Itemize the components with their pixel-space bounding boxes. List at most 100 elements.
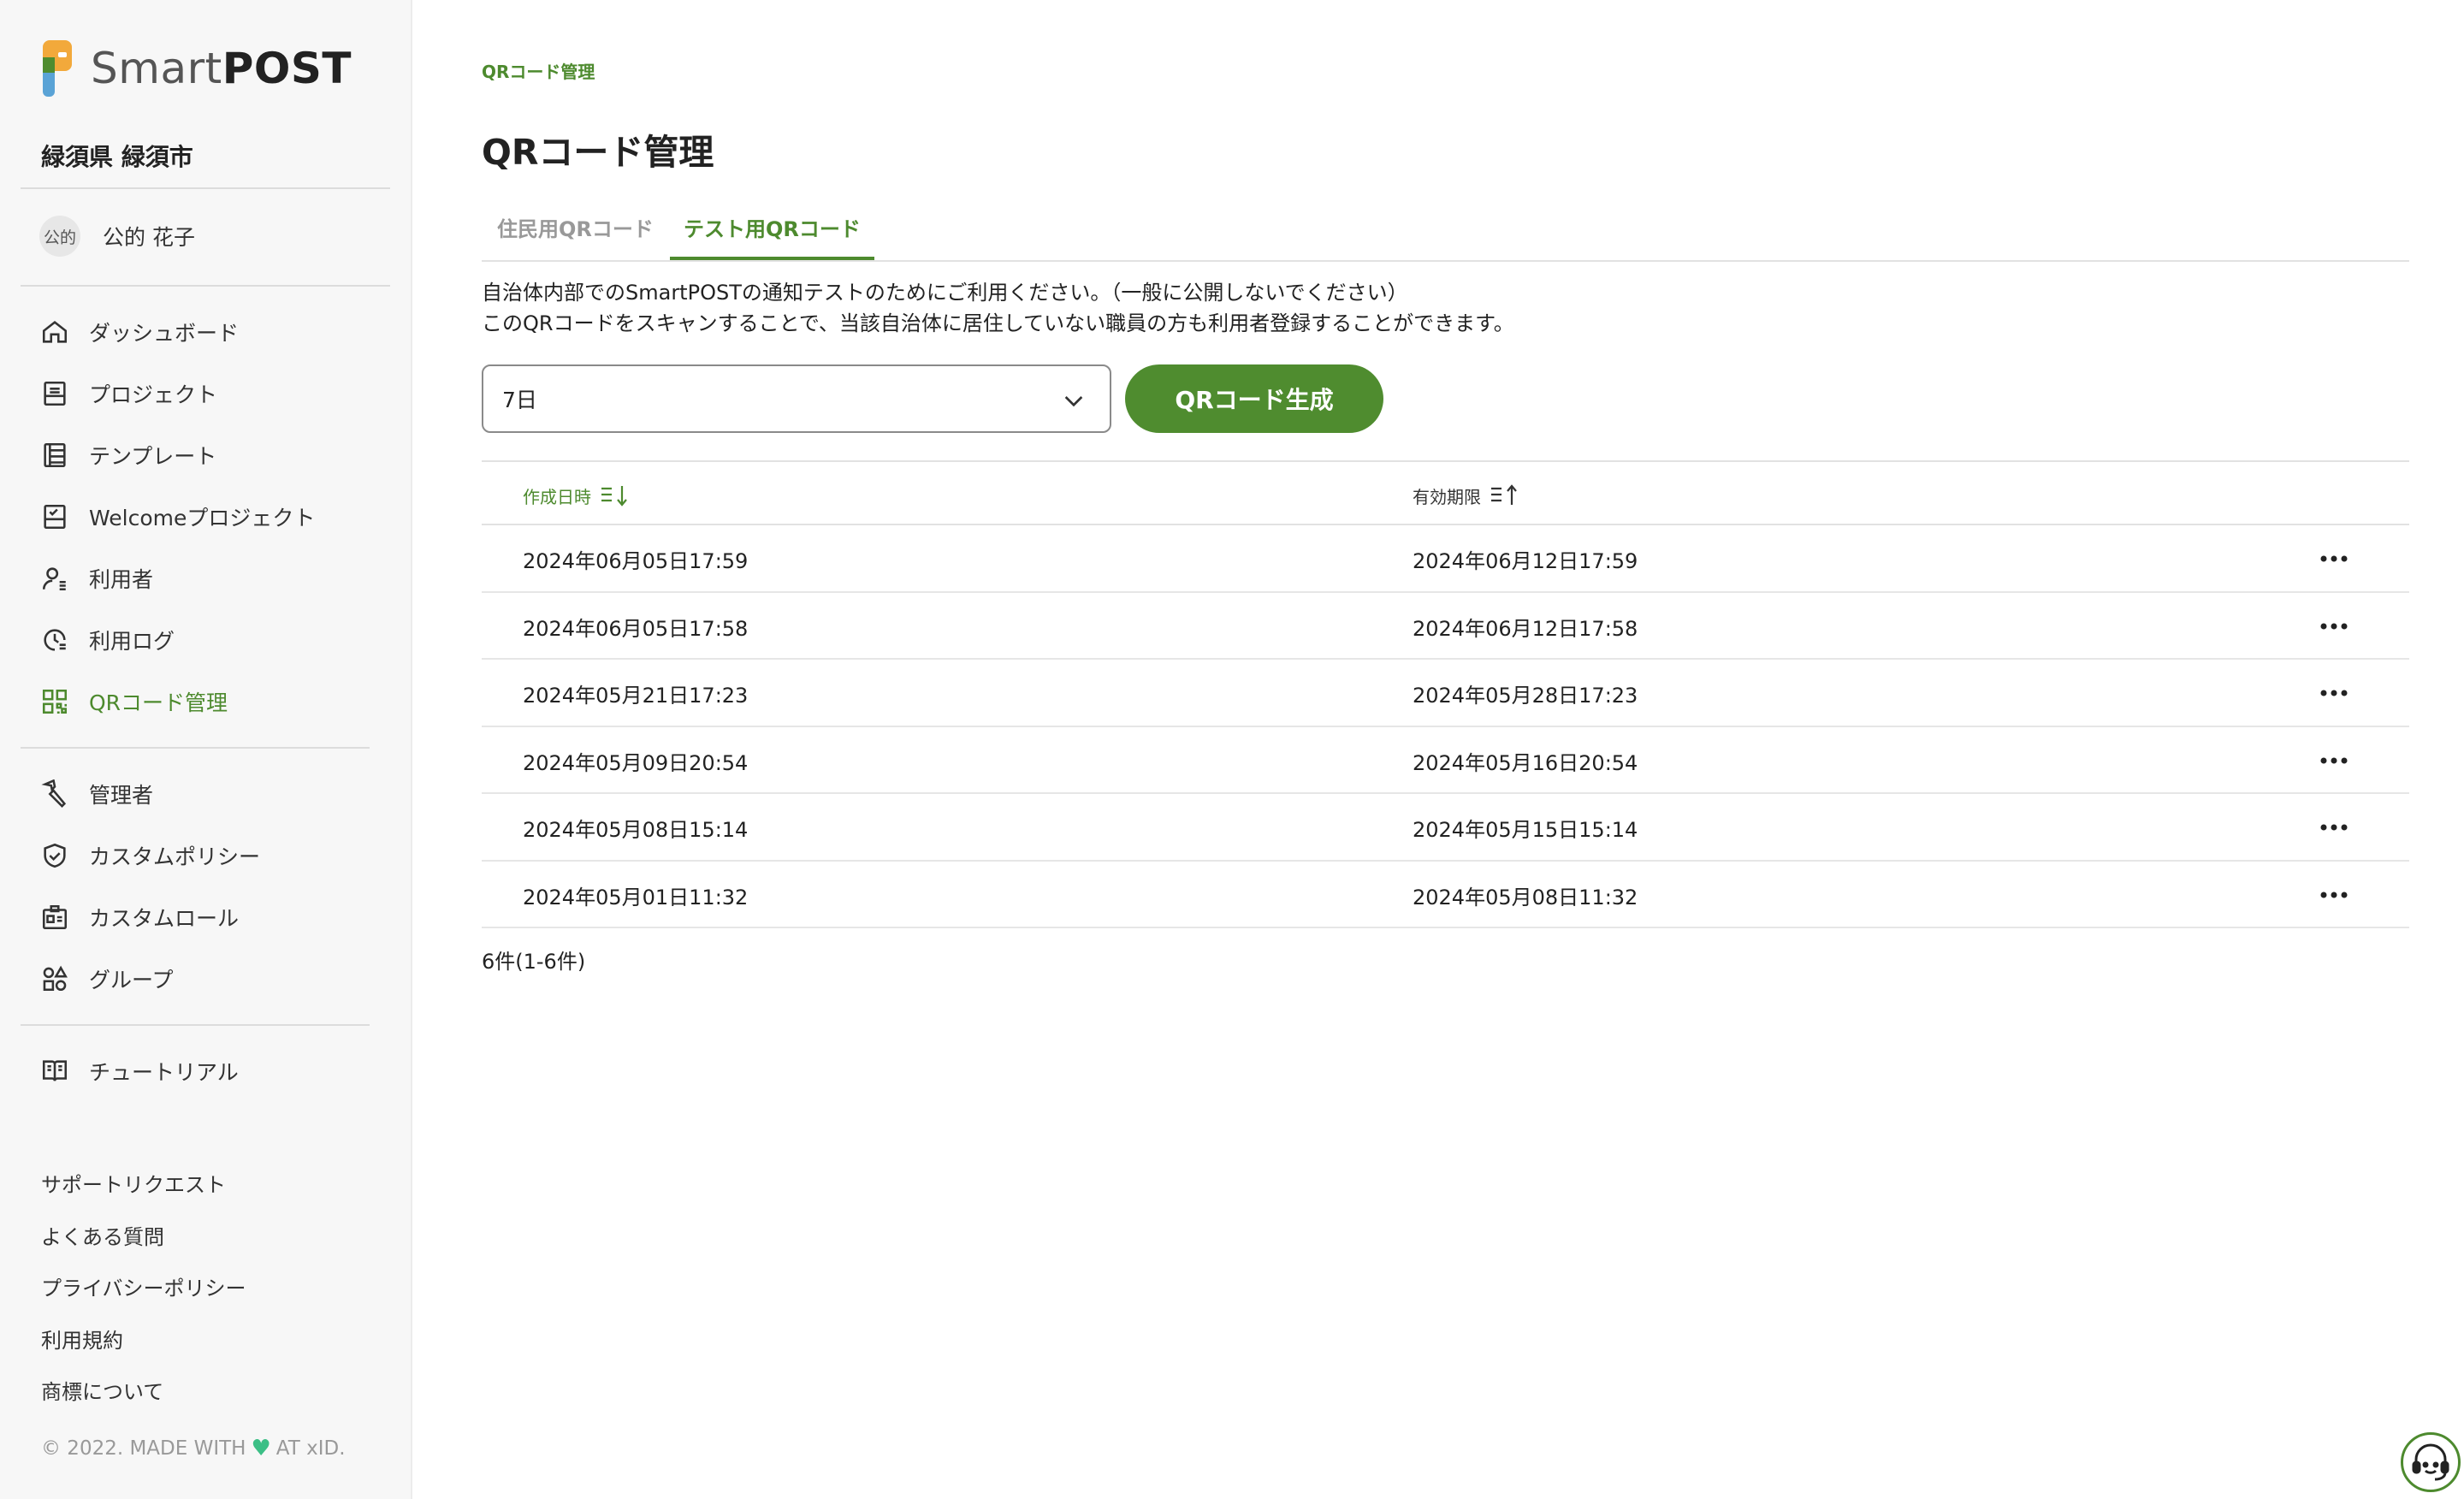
sidebar-item-label: 利用ログ	[89, 629, 175, 654]
more-options-icon[interactable]	[2317, 544, 2351, 573]
more-options-icon[interactable]	[2317, 813, 2351, 842]
sidebar-item-custom-policy[interactable]: カスタムポリシー	[39, 837, 260, 874]
smartpost-logo[interactable]: SmartPOST	[39, 39, 352, 98]
created-at-cell: 2024年05月21日17:23	[523, 684, 749, 708]
expiration-cell: 2024年05月08日11:32	[1413, 885, 1638, 909]
users-icon	[39, 563, 70, 594]
chevron-down-icon	[1064, 396, 1083, 407]
logo-text-bold: POST	[222, 44, 352, 93]
sidebar-item-label: テンプレート	[89, 444, 217, 469]
page-title: QRコード管理	[482, 132, 714, 173]
table-row[interactable]: 2024年05月01日11:32 2024年05月08日11:32	[482, 862, 2409, 928]
column-created-at[interactable]: 作成日時	[523, 483, 632, 508]
table-row[interactable]: 2024年05月21日17:23 2024年05月28日17:23	[482, 660, 2409, 727]
period-select-value: 7日	[502, 388, 537, 412]
tab-test-qr[interactable]: テスト用QRコード	[670, 212, 874, 260]
generate-qr-button[interactable]: QRコード生成	[1125, 364, 1383, 433]
qr-tabs: 住民用QRコード テスト用QRコード	[482, 204, 2409, 262]
support-headset-icon	[2412, 1443, 2449, 1481]
id-card-icon	[39, 902, 70, 933]
sidebar-item-label: カスタムポリシー	[89, 844, 261, 869]
sort-descending-icon	[601, 486, 627, 507]
terms-link[interactable]: 利用規約	[41, 1326, 246, 1378]
sidebar-item-project[interactable]: プロジェクト	[39, 375, 217, 412]
table-row[interactable]: 2024年06月05日17:59 2024年06月12日17:59	[482, 525, 2409, 593]
sidebar-item-label: 管理者	[89, 783, 154, 808]
sidebar-item-dashboard[interactable]: ダッシュボード	[39, 313, 239, 351]
period-select[interactable]: 7日	[482, 364, 1111, 433]
sidebar-item-custom-role[interactable]: カスタムロール	[39, 898, 239, 936]
sidebar: SmartPOST 緑須県 緑須市 公的 公的 花子 ダッシュボード プロジェク…	[0, 0, 412, 1499]
wrench-icon	[39, 779, 70, 809]
sidebar-divider	[21, 285, 390, 287]
expiration-cell: 2024年05月28日17:23	[1413, 684, 1638, 708]
organization-name: 緑須県 緑須市	[41, 143, 193, 171]
project-icon	[39, 378, 70, 409]
sidebar-item-label: ダッシュボード	[89, 321, 240, 346]
sidebar-item-tutorial[interactable]: チュートリアル	[39, 1052, 239, 1090]
column-label: 作成日時	[523, 486, 591, 507]
avatar: 公的	[39, 216, 80, 257]
sidebar-item-qr-code[interactable]: QRコード管理	[39, 683, 228, 720]
privacy-policy-link[interactable]: プライバシーポリシー	[41, 1274, 246, 1326]
copyright: © 2022. MADE WITH ♥ AT xID.	[41, 1436, 346, 1461]
created-at-cell: 2024年05月09日20:54	[523, 750, 749, 775]
more-options-icon[interactable]	[2317, 880, 2351, 909]
smartpost-logo-mark	[43, 40, 72, 97]
breadcrumb[interactable]: QRコード管理	[482, 58, 595, 83]
qr-code-table: 作成日時 有効期限 2024年06月05日17:59 2024年06月12日17…	[482, 460, 2409, 928]
expiration-cell: 2024年05月16日20:54	[1413, 750, 1638, 775]
current-user[interactable]: 公的 公的 花子	[39, 216, 195, 257]
table-row[interactable]: 2024年06月05日17:58 2024年06月12日17:58	[482, 593, 2409, 660]
created-at-cell: 2024年06月05日17:58	[523, 616, 749, 641]
trademark-link[interactable]: 商標について	[41, 1378, 246, 1430]
sort-ascending-icon	[1491, 484, 1517, 505]
sidebar-item-label: カスタムロール	[89, 906, 240, 931]
table-header: 作成日時 有効期限	[482, 460, 2409, 525]
sidebar-item-usage-log[interactable]: 利用ログ	[39, 621, 175, 659]
heart-icon: ♥	[251, 1436, 271, 1461]
user-name: 公的 花子	[103, 225, 195, 250]
sidebar-item-users[interactable]: 利用者	[39, 560, 153, 597]
copyright-prefix: © 2022. MADE WITH	[41, 1437, 246, 1460]
template-icon	[39, 440, 70, 471]
more-options-icon[interactable]	[2317, 612, 2351, 641]
expiration-cell: 2024年06月12日17:59	[1413, 549, 1638, 573]
sidebar-item-label: QRコード管理	[89, 690, 228, 715]
table-row[interactable]: 2024年05月08日15:14 2024年05月15日15:14	[482, 794, 2409, 862]
created-at-cell: 2024年05月08日15:14	[523, 818, 749, 842]
sidebar-divider	[21, 187, 390, 189]
sidebar-divider	[21, 1024, 370, 1026]
sidebar-item-group[interactable]: グループ	[39, 960, 174, 998]
column-expiration[interactable]: 有効期限	[1413, 483, 1522, 508]
book-icon	[39, 1056, 70, 1087]
tab-resident-qr[interactable]: 住民用QRコード	[495, 212, 655, 260]
home-icon	[39, 317, 70, 347]
copyright-suffix: AT xID.	[275, 1437, 346, 1460]
sidebar-item-welcome-project[interactable]: Welcomeプロジェクト	[39, 498, 315, 536]
sidebar-item-label: グループ	[89, 968, 174, 992]
welcome-icon	[39, 501, 70, 532]
sidebar-item-admins[interactable]: 管理者	[39, 775, 153, 813]
description-line: このQRコードをスキャンすることで、当該自治体に居住していない職員の方も利用者登…	[482, 311, 1514, 335]
result-count: 6件(1-6件)	[482, 950, 586, 974]
faq-link[interactable]: よくある質問	[41, 1223, 246, 1275]
support-chat-button[interactable]	[2401, 1432, 2461, 1492]
qr-code-icon	[39, 686, 70, 717]
expiration-cell: 2024年05月15日15:14	[1413, 818, 1638, 842]
created-at-cell: 2024年06月05日17:59	[523, 549, 749, 573]
more-options-icon[interactable]	[2317, 746, 2351, 775]
logo-text-light: Smart	[91, 44, 222, 93]
sidebar-item-label: 利用者	[89, 567, 154, 592]
sidebar-item-label: プロジェクト	[89, 382, 218, 407]
table-row[interactable]: 2024年05月09日20:54 2024年05月16日20:54	[482, 727, 2409, 794]
more-options-icon[interactable]	[2317, 678, 2351, 708]
support-request-link[interactable]: サポートリクエスト	[41, 1170, 246, 1223]
shapes-icon	[39, 963, 70, 994]
column-label: 有効期限	[1413, 486, 1481, 507]
sidebar-footer-links: サポートリクエスト よくある質問 プライバシーポリシー 利用規約 商標について	[41, 1170, 246, 1430]
sidebar-item-template[interactable]: テンプレート	[39, 436, 216, 474]
shield-icon	[39, 840, 70, 871]
sidebar-item-label: Welcomeプロジェクト	[89, 506, 316, 530]
description: 自治体内部でのSmartPOSTの通知テストのためにご利用ください。（一般に公開…	[482, 277, 1514, 339]
